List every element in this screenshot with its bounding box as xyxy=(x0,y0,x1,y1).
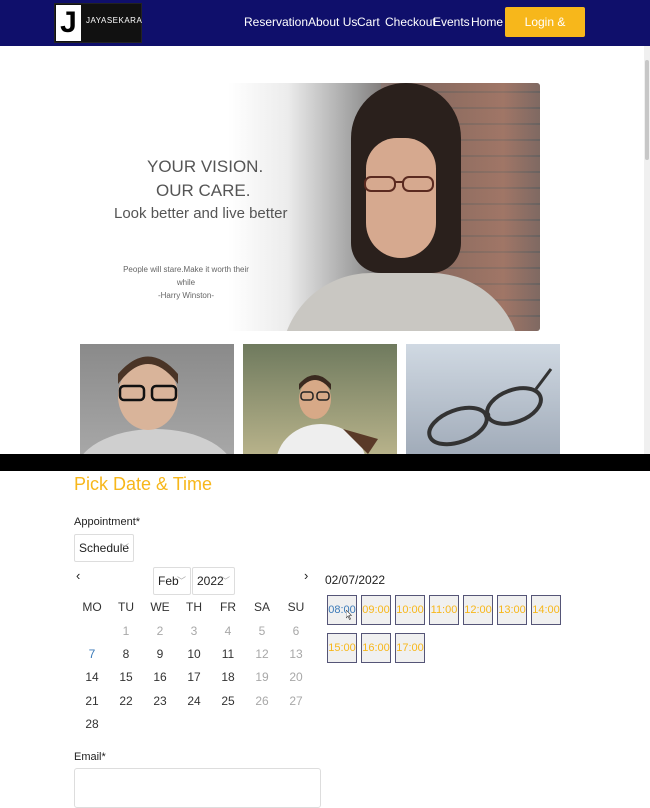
calendar-day[interactable]: 22 xyxy=(114,694,138,708)
calendar-day: 2 xyxy=(156,624,164,638)
time-slot[interactable]: 13:00 xyxy=(497,595,527,625)
nav-link-cart[interactable]: Cart xyxy=(357,15,380,29)
calendar-day[interactable]: 8 xyxy=(114,647,138,661)
time-slot[interactable]: 14:00 xyxy=(531,595,561,625)
year-value: 2022 xyxy=(197,574,224,588)
pick-date-time-heading: Pick Date & Time xyxy=(74,474,213,494)
email-label: Email* xyxy=(74,751,106,763)
time-slot[interactable]: 10:00 xyxy=(395,595,425,625)
weekday-su: SU xyxy=(287,600,305,614)
logo-name: JAYASEKARA xyxy=(86,16,143,25)
product-tile-model-2[interactable] xyxy=(243,344,397,454)
calendar-day[interactable]: 23 xyxy=(148,694,172,708)
calendar-day: 27 xyxy=(289,694,303,708)
hero-headline: YOUR VISION. OUR CARE. xyxy=(147,155,357,203)
top-navbar: J JAYASEKARA Reservation About Us Cart C… xyxy=(0,0,650,59)
mouse-pointer-icon xyxy=(346,610,352,620)
nav-link-about-us[interactable]: About Us xyxy=(308,15,357,29)
hero-quote-text: People will stare.Make it worth their wh… xyxy=(123,265,249,287)
login-signup-button[interactable]: Login & Signup xyxy=(505,7,585,59)
prev-month-icon[interactable]: ‹ xyxy=(76,568,80,583)
calendar-day[interactable]: 10 xyxy=(182,647,206,661)
month-value: Feb xyxy=(158,574,179,588)
calendar-day: 13 xyxy=(289,647,303,661)
time-slot-selected[interactable]: 08:00 xyxy=(327,595,357,625)
calendar-day[interactable]: 15 xyxy=(114,670,138,684)
calendar-day[interactable]: 18 xyxy=(216,670,240,684)
calendar-day[interactable]: 24 xyxy=(182,694,206,708)
hero-quote-author: -Harry Winston- xyxy=(157,291,214,300)
weekday-mo: MO xyxy=(82,600,102,614)
time-slot[interactable]: 11:00 xyxy=(429,595,459,625)
hero-line-2: OUR CARE. xyxy=(156,181,251,200)
weekday-th: TH xyxy=(186,600,202,614)
time-slot[interactable]: 09:00 xyxy=(361,595,391,625)
weekday-tu: TU xyxy=(118,600,134,614)
calendar-day[interactable]: 16 xyxy=(148,670,172,684)
time-slot[interactable]: 17:00 xyxy=(395,633,425,663)
time-slot[interactable]: 12:00 xyxy=(463,595,493,625)
calendar-day: 1 xyxy=(122,624,130,638)
email-input[interactable] xyxy=(74,768,321,808)
hero-quote: People will stare.Make it worth their wh… xyxy=(121,263,251,302)
hero-line-1: YOUR VISION. xyxy=(147,157,264,176)
calendar-day[interactable]: 11 xyxy=(216,647,240,661)
appointment-type-select[interactable]: Schedule ﹀ xyxy=(74,534,134,562)
eyeglasses-product-photo xyxy=(406,344,560,454)
weekday-sa: SA xyxy=(253,600,270,614)
logo-letter: J xyxy=(56,5,81,41)
hero-banner: YOUR VISION. OUR CARE. Look better and l… xyxy=(81,83,540,331)
model-glasses-photo-2 xyxy=(277,375,378,454)
nav-link-home[interactable]: Home xyxy=(471,15,503,29)
nav-link-reservation[interactable]: Reservation xyxy=(244,15,308,29)
calendar-day-selected[interactable]: 7 xyxy=(80,647,104,661)
calendar-day: 5 xyxy=(258,624,266,638)
calendar-day[interactable]: 25 xyxy=(216,694,240,708)
product-tile-eyeglasses[interactable] xyxy=(406,344,560,454)
weekday-fr: FR xyxy=(220,600,236,614)
chevron-down-icon: ﹀ xyxy=(220,576,230,586)
hero-eyeglasses xyxy=(364,176,434,192)
chevron-down-icon: ﹀ xyxy=(176,576,186,586)
calendar-day: 26 xyxy=(255,694,269,708)
month-select[interactable]: Feb ﹀ xyxy=(153,567,191,595)
calendar-day: 6 xyxy=(292,624,300,638)
next-month-icon[interactable]: › xyxy=(304,568,308,583)
nav-link-checkout[interactable]: Checkout xyxy=(385,15,436,29)
page-scrollbar-thumb[interactable] xyxy=(645,60,649,160)
product-tile-model-1[interactable] xyxy=(80,344,234,454)
calendar-day: 4 xyxy=(224,624,232,638)
brand-logo[interactable]: J JAYASEKARA xyxy=(54,3,142,43)
calendar-day: 12 xyxy=(255,647,269,661)
calendar-day[interactable]: 21 xyxy=(80,694,104,708)
screenshot-divider xyxy=(0,454,650,471)
chevron-down-icon: ﹀ xyxy=(119,543,129,553)
hero-model-face xyxy=(366,138,436,258)
selected-date-label: 02/07/2022 xyxy=(325,573,386,587)
time-slot[interactable]: 15:00 xyxy=(327,633,357,663)
calendar-day: 19 xyxy=(255,670,269,684)
hero-tagline: Look better and live better xyxy=(114,205,288,222)
calendar-day: 20 xyxy=(289,670,303,684)
nav-link-events[interactable]: Events xyxy=(433,15,470,29)
calendar-day: 3 xyxy=(190,624,198,638)
model-glasses-photo xyxy=(83,356,227,454)
calendar-day[interactable]: 28 xyxy=(80,717,104,731)
calendar-day[interactable]: 9 xyxy=(148,647,172,661)
time-slot[interactable]: 16:00 xyxy=(361,633,391,663)
appointment-label: Appointment* xyxy=(74,516,141,528)
weekday-we: WE xyxy=(150,600,170,614)
calendar-day[interactable]: 14 xyxy=(80,670,104,684)
year-select[interactable]: 2022 ﹀ xyxy=(192,567,235,595)
calendar-day[interactable]: 17 xyxy=(182,670,206,684)
